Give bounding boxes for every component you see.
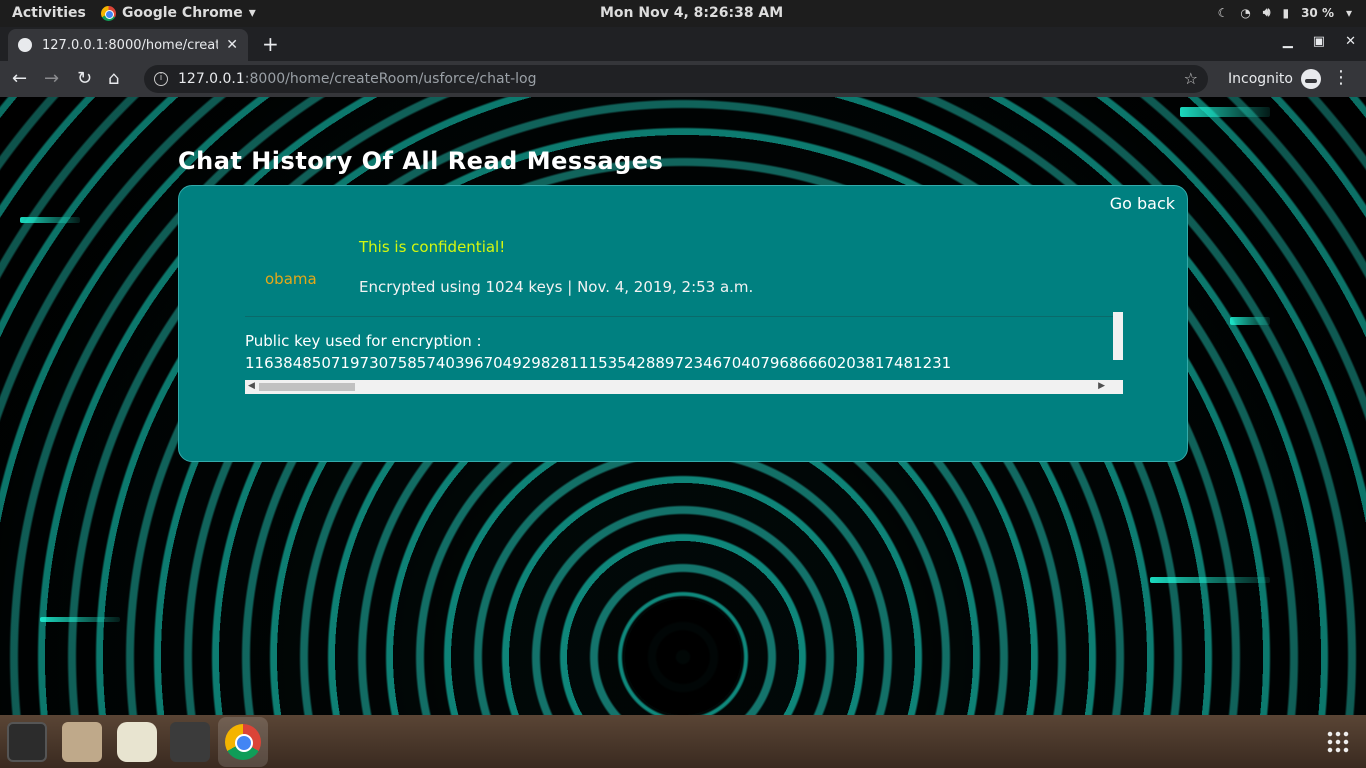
forward-arrow-icon[interactable]: →: [44, 68, 59, 89]
message-meta: Encrypted using 1024 keys | Nov. 4, 2019…: [359, 278, 754, 296]
scroll-left-icon[interactable]: ◀: [248, 381, 255, 391]
address-bar[interactable]: i 127.0.0.1 :8000/home/createRoom/usforc…: [144, 65, 1208, 93]
info-icon[interactable]: i: [154, 72, 168, 86]
app-menu[interactable]: Google Chrome ▾: [101, 5, 256, 21]
volume-icon: 🔊︎: [1262, 5, 1271, 19]
chrome-icon: [101, 5, 116, 21]
browser-tab[interactable]: 127.0.0.1:8000/home/createRoom/usforce/c…: [8, 29, 248, 61]
incognito-indicator[interactable]: Incognito: [1228, 69, 1321, 89]
show-applications-icon[interactable]: [1326, 730, 1350, 754]
rhythmbox-icon[interactable]: [117, 722, 157, 762]
chevron-down-icon: ▾: [1345, 5, 1352, 20]
system-tray[interactable]: ☾ ◔ 🔊︎ ▮ 30 % ▾: [1218, 5, 1352, 20]
scrollbar-thumb[interactable]: [259, 383, 355, 391]
activities-button[interactable]: Activities: [12, 5, 86, 21]
message-text: This is confidential!: [359, 238, 506, 256]
sublime-text-icon[interactable]: [170, 722, 210, 762]
incognito-label: Incognito: [1228, 71, 1293, 87]
chrome-dock-icon[interactable]: [218, 717, 268, 767]
app-name: Google Chrome: [122, 5, 243, 21]
home-icon[interactable]: ⌂: [108, 68, 119, 89]
tab-title: 127.0.0.1:8000/home/createRoom/usforce/c…: [42, 37, 218, 53]
battery-level: 30 %: [1301, 5, 1334, 20]
background-decor: [1180, 107, 1270, 117]
system-top-bar: Activities Google Chrome ▾ Mon Nov 4, 8:…: [0, 0, 1366, 27]
vertical-scrollbar[interactable]: [1113, 312, 1123, 360]
reload-icon[interactable]: ↻: [77, 68, 92, 89]
horizontal-scrollbar[interactable]: ◀ ▶: [245, 380, 1123, 394]
bookmark-star-icon[interactable]: ☆: [1184, 69, 1198, 88]
chevron-down-icon: ▾: [248, 5, 256, 21]
background-decor: [1230, 317, 1270, 325]
public-key-value: 1163848507197307585740396704929828111535…: [245, 354, 952, 372]
close-tab-icon[interactable]: ✕: [226, 37, 238, 53]
dock: [0, 715, 1366, 768]
browser-toolbar: ← → ↻ ⌂ i 127.0.0.1 :8000/home/createRoo…: [0, 61, 1366, 97]
background-decor: [40, 617, 120, 622]
files-icon[interactable]: [62, 722, 102, 762]
background-decor: [1150, 577, 1270, 583]
url-host: 127.0.0.1: [178, 71, 245, 87]
page-viewport: Chat History Of All Read Messages Go bac…: [0, 97, 1366, 715]
close-window-icon[interactable]: ✕: [1345, 34, 1356, 49]
page-title: Chat History Of All Read Messages: [178, 147, 664, 175]
incognito-icon: [1300, 69, 1321, 89]
wifi-icon: ◔: [1240, 5, 1251, 20]
divider: [245, 316, 1123, 317]
minimize-icon[interactable]: ▁: [1283, 34, 1293, 49]
tab-strip: 127.0.0.1:8000/home/createRoom/usforce/c…: [0, 27, 1366, 61]
message-sender: obama: [265, 270, 317, 288]
battery-icon: ▮: [1282, 5, 1290, 20]
scroll-right-icon[interactable]: ▶: [1098, 381, 1105, 391]
globe-icon: [18, 38, 32, 52]
terminal-icon[interactable]: [7, 722, 47, 762]
public-key-label: Public key used for encryption :: [245, 332, 482, 350]
menu-kebab-icon[interactable]: ⋮: [1332, 67, 1350, 88]
back-arrow-icon[interactable]: ←: [12, 68, 27, 89]
public-key-box[interactable]: Public key used for encryption : 1163848…: [245, 312, 1123, 396]
night-light-icon: ☾: [1217, 5, 1229, 20]
chat-history-card: Go back obama This is confidential! Encr…: [178, 185, 1188, 462]
go-back-link[interactable]: Go back: [1110, 194, 1175, 213]
new-tab-button[interactable]: +: [262, 32, 279, 56]
background-decor: [20, 217, 80, 223]
clock[interactable]: Mon Nov 4, 8:26:38 AM: [600, 5, 783, 21]
window-controls: ▁ ▣ ✕: [1283, 34, 1356, 49]
maximize-icon[interactable]: ▣: [1313, 34, 1325, 49]
url-path: :8000/home/createRoom/usforce/chat-log: [244, 71, 537, 87]
